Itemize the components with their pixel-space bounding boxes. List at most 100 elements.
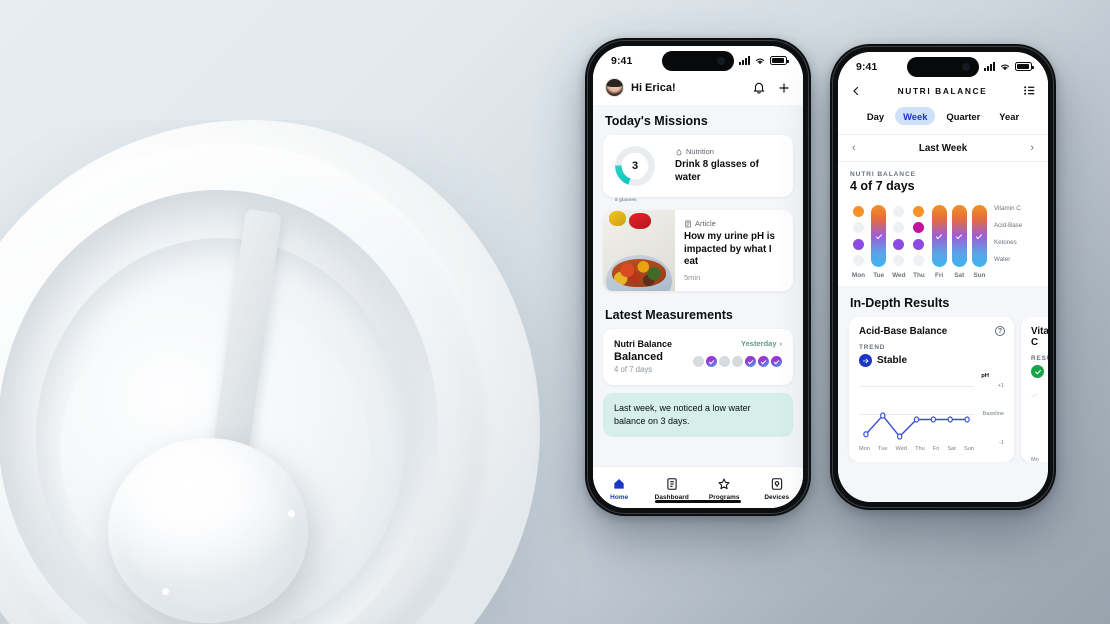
- tab-devices[interactable]: Devices: [751, 477, 804, 501]
- status-bar-time-2: 9:41: [856, 60, 878, 73]
- heatmap-column-fri[interactable]: Fri: [931, 205, 948, 279]
- mission-card-article[interactable]: Article How my urine pH is impacted by w…: [603, 210, 793, 292]
- in-depth-card-acid-base[interactable]: Acid-Base Balance ? TREND Stable pH +1 B…: [849, 317, 1014, 462]
- measurement-card-top: Nutri Balance Yesterday ›: [614, 339, 782, 349]
- ytick-plus1: +1: [997, 382, 1004, 389]
- article-body: Article How my urine pH is impacted by w…: [675, 210, 793, 291]
- measurement-card-nutri-balance[interactable]: Nutri Balance Yesterday › Balanced 4 of …: [603, 329, 793, 386]
- mission-tag: Nutrition: [675, 147, 781, 156]
- list-menu-icon[interactable]: [1023, 84, 1036, 97]
- tab-dashboard[interactable]: Dashboard: [646, 477, 699, 501]
- heatmap-dot-ketones: [913, 238, 925, 250]
- insight-note: Last week, we noticed a low water balanc…: [603, 393, 793, 438]
- wifi-icon-2: [1000, 64, 1010, 70]
- measurement-when-text: Yesterday: [741, 339, 777, 349]
- heatmap-column-tue[interactable]: Tue: [870, 205, 887, 279]
- ph-line-chart: pH +1 Baseline -1 Mon Tue Wed Thu Fri Sat Sun: [859, 373, 1004, 452]
- card-result-2: [1031, 365, 1048, 378]
- card-title-2: Vitamin C: [1031, 326, 1048, 348]
- heatmap-column-wed[interactable]: Wed: [890, 205, 907, 279]
- in-depth-section-title: In-Depth Results: [850, 296, 950, 310]
- heatmap-dot-ketones: [893, 238, 905, 250]
- avatar[interactable]: [605, 78, 624, 97]
- nutri-summary: NUTRI BALANCE 4 of 7 days: [838, 162, 1048, 197]
- measurement-dot: [758, 356, 769, 368]
- heatmap-day-label: Wed: [892, 272, 906, 279]
- measurement-dot: [732, 356, 743, 368]
- week-prev-button[interactable]: ‹: [852, 142, 856, 154]
- heatmap-bar: [951, 205, 967, 267]
- heatmap-day-label: Tue: [873, 272, 885, 279]
- in-depth-card-carousel[interactable]: Acid-Base Balance ? TREND Stable pH +1 B…: [838, 317, 1048, 462]
- ph-data-point: [965, 417, 969, 422]
- nutri-content: NUTRI BALANCE Day Week Quarter Year ‹ Last …: [838, 78, 1048, 502]
- battery-icon-2: [1015, 62, 1034, 71]
- check-icon: [875, 232, 882, 240]
- heatmap-day-label: Fri: [935, 272, 944, 279]
- ytick-minus1: -1: [999, 440, 1004, 446]
- chevron-left-icon[interactable]: [850, 85, 862, 97]
- toilet-bowl-inner-2: [36, 238, 406, 624]
- ph-data-point: [881, 413, 885, 418]
- toilet-bowl-rim: [0, 144, 492, 624]
- segment-quarter[interactable]: Quarter: [938, 107, 988, 125]
- ph-xtick: Wed: [895, 446, 907, 452]
- segment-day[interactable]: Day: [859, 107, 892, 125]
- vitc-line-series: [1031, 393, 1039, 397]
- tab-programs[interactable]: Programs: [698, 477, 751, 501]
- heatmap-legend: Vitamin C Acid-Base Ketones Water: [994, 205, 1036, 279]
- status-bar-time: 9:41: [611, 54, 633, 67]
- heatmap-dot-empty: [893, 206, 905, 217]
- ph-xtick: Thu: [915, 446, 925, 452]
- heatmap-column-sat[interactable]: Sat: [951, 205, 968, 279]
- segment-week[interactable]: Week: [895, 107, 936, 125]
- device-icon: [771, 478, 782, 490]
- card-trend: Stable: [859, 354, 1004, 367]
- plus-icon[interactable]: [777, 81, 791, 95]
- ph-xtick: Sat: [947, 446, 956, 452]
- article-tag-label: Article: [695, 219, 716, 228]
- summary-kicker: NUTRI BALANCE: [850, 171, 916, 178]
- vitc-xaxis-labels: Mo: [1031, 457, 1039, 462]
- heatmap-bar: [971, 205, 987, 267]
- week-label: Last Week: [918, 142, 968, 154]
- legend-label: Ketones: [994, 238, 1017, 246]
- heatmap-column-thu[interactable]: Thu: [910, 205, 927, 279]
- arrow-right-icon: [859, 354, 872, 367]
- thumb-pepper-red: [629, 213, 651, 229]
- heatmap-bar: [911, 205, 926, 267]
- thumb-pepper-yellow: [609, 211, 626, 226]
- nutrition-icon: [676, 148, 682, 156]
- wifi-icon: [755, 58, 765, 64]
- device-highlight-2: [162, 588, 169, 595]
- segment-year[interactable]: Year: [991, 107, 1027, 125]
- measurement-dot: [771, 356, 782, 368]
- heatmap-column-mon[interactable]: Mon: [850, 205, 867, 279]
- heatmap-bar: [891, 205, 906, 267]
- ph-unit-label: pH: [981, 373, 989, 379]
- legend-label: Acid-Base: [994, 221, 1023, 229]
- bell-icon[interactable]: [752, 81, 766, 95]
- mission-card-nutrition[interactable]: 3 Nutrition Drink 8 glasses of water: [603, 135, 793, 197]
- heatmap-column-sun[interactable]: Sun: [971, 205, 988, 279]
- measurement-day-dots: [693, 356, 782, 368]
- in-depth-card-vitamin-c[interactable]: Vitamin C RESULT Mo: [1021, 317, 1048, 462]
- heatmap-day-label: Mon: [851, 272, 866, 279]
- water-progress-ring: 3: [615, 146, 655, 186]
- week-next-button[interactable]: ›: [1030, 142, 1034, 154]
- device-highlight-1: [288, 510, 295, 517]
- home-content: Hi Erica! Today's Missions 3 Nutrition D…: [593, 72, 803, 508]
- measurement-label: Nutri Balance: [614, 339, 673, 350]
- tab-devices-label: Devices: [764, 494, 790, 501]
- tab-home[interactable]: Home: [593, 477, 646, 501]
- phone-nutri-balance-screen: 9:41 NUTRI BALANCE Day Week Quarter Year…: [830, 44, 1056, 510]
- measurement-status-block: Balanced 4 of 7 days: [614, 349, 663, 374]
- heatmap-dot-vitamin-c: [913, 206, 925, 217]
- heatmap-dot-ketones: [853, 238, 864, 250]
- ph-data-point: [898, 434, 902, 439]
- heatmap-dot-empty: [853, 222, 864, 234]
- card-kicker: TREND: [859, 344, 886, 351]
- home-screen: 9:41 Hi Erica! Today's Missions 3 Nutrit…: [593, 46, 803, 508]
- measurement-timestamp[interactable]: Yesterday ›: [741, 339, 782, 348]
- help-icon[interactable]: ?: [995, 326, 1005, 336]
